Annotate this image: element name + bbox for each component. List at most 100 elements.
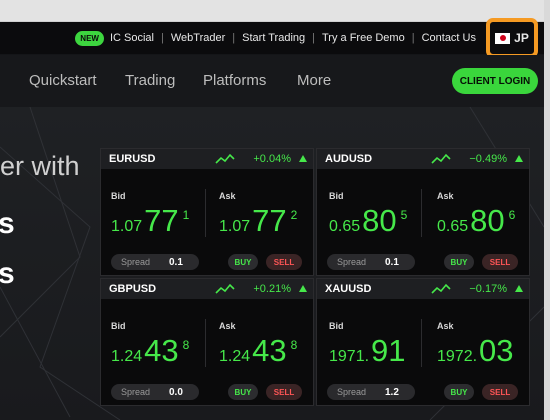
spread-value: 0.1 [169,256,183,268]
ic-social-item[interactable]: NEW IC Social [75,30,154,46]
bid-price-big: 80 [362,203,397,238]
spread-pill: Spread 1.2 [327,384,415,400]
ask-price-prefix: 0.65 [437,218,469,235]
webtrader-link[interactable]: WebTrader [171,32,225,44]
change-percent: −0.49% [469,153,507,165]
ask-price: 1.0777 2 [219,203,297,239]
spread-value: 1.2 [385,386,399,398]
bid-label: Bid [111,321,126,331]
divider [421,189,422,237]
new-badge: NEW [75,30,104,46]
divider [205,319,206,367]
spread-pill: Spread 0.0 [111,384,199,400]
symbol-label: XAUUSD [325,283,372,295]
spread-label: Spread [121,387,151,397]
start-trading-link[interactable]: Start Trading [242,32,305,44]
sell-button[interactable]: SELL [482,384,518,400]
ask-price-big: 80 [470,203,505,238]
bid-price-big: 43 [144,333,179,368]
symbol-label: GBPUSD [109,283,157,295]
quote-panel-gbpusd: GBPUSD +0.21% Bid Ask 1.2443 8 1.2443 8 Sp… [100,278,314,406]
ask-label: Ask [437,191,454,201]
utility-bar: NEW IC Social | WebTrader | Start Tradin… [0,18,544,58]
sparkline-icon [215,153,235,164]
buy-button[interactable]: BUY [444,254,474,270]
bid-price-prefix: 1971. [329,348,370,365]
nav-item-quickstart[interactable]: Quickstart [29,72,97,89]
bid-price: 1.0777 1 [111,203,189,239]
bid-label: Bid [111,191,126,201]
spread-label: Spread [121,257,151,267]
sell-button[interactable]: SELL [482,254,518,270]
quote-panel-xauusd: XAUUSD −0.17% Bid Ask 1971.91 1972.03 Sp… [316,278,530,406]
bid-price: 0.6580 5 [329,203,407,239]
trend-up-icon [299,155,307,162]
nav-item-platforms[interactable]: Platforms [203,72,266,89]
hero-tagline-fragment: er with [0,151,80,181]
trend-up-icon [515,155,523,162]
bid-price-prefix: 1.24 [111,348,143,365]
sparkline-icon [431,153,451,164]
sell-button[interactable]: SELL [266,384,302,400]
separator: | [411,32,415,44]
change-percent: −0.17% [469,283,507,295]
bid-price-pip: 5 [400,208,408,222]
browser-frame-top [0,0,550,22]
ask-price-big: 77 [252,203,287,238]
nav-item-trading[interactable]: Trading [125,72,175,89]
browser-scrollbar[interactable] [544,0,550,420]
trend-up-icon [515,285,523,292]
bid-label: Bid [329,191,344,201]
buy-button[interactable]: BUY [228,254,258,270]
bid-price: 1.2443 8 [111,333,189,369]
ic-social-link[interactable]: IC Social [110,32,154,44]
language-code: JP [514,31,529,45]
ask-price: 1972.03 [437,333,518,369]
client-login-button[interactable]: CLIENT LOGIN [452,68,538,94]
change-percent: +0.21% [253,283,291,295]
ask-label: Ask [219,191,236,201]
japan-flag-icon [495,32,511,44]
ask-price-pip: 2 [290,208,298,222]
ask-price-big: 03 [479,333,514,368]
ask-price-prefix: 1972. [437,348,478,365]
symbol-label: AUDUSD [325,153,373,165]
bid-price-big: 77 [144,203,179,238]
contact-us-link[interactable]: Contact Us [422,32,476,44]
sparkline-icon [431,283,451,294]
sparkline-icon [215,283,235,294]
quote-panel-audusd: AUDUSD −0.49% Bid Ask 0.6580 5 0.6580 6 Sp… [316,148,530,276]
ask-label: Ask [219,321,236,331]
bid-price: 1971.91 [329,333,410,369]
panel-header: XAUUSD −0.17% [317,279,529,299]
ask-label: Ask [437,321,454,331]
spread-label: Spread [337,257,367,267]
bid-label: Bid [329,321,344,331]
panel-header: AUDUSD −0.49% [317,149,529,169]
bid-price-prefix: 1.07 [111,218,143,235]
buy-button[interactable]: BUY [444,384,474,400]
main-nav: Quickstart Trading Platforms More CLIENT… [0,55,544,107]
divider [421,319,422,367]
trend-up-icon [299,285,307,292]
spread-pill: Spread 0.1 [111,254,199,270]
nav-item-more[interactable]: More [297,72,331,89]
hero-headline-fragment-2: s [0,257,15,290]
separator: | [161,32,164,44]
free-demo-link[interactable]: Try a Free Demo [322,32,405,44]
ask-price-big: 43 [252,333,287,368]
ask-price: 0.6580 6 [437,203,515,239]
change-percent: +0.04% [253,153,291,165]
ask-price-pip: 8 [290,338,298,352]
quote-panel-eurusd: EURUSD +0.04% Bid Ask 1.0777 1 1.0777 2 Sp… [100,148,314,276]
ask-price: 1.2443 8 [219,333,297,369]
spread-value: 0.0 [169,386,183,398]
spread-pill: Spread 0.1 [327,254,415,270]
sell-button[interactable]: SELL [266,254,302,270]
buy-button[interactable]: BUY [228,384,258,400]
spread-label: Spread [337,387,367,397]
ask-price-pip: 6 [508,208,516,222]
bid-price-pip: 1 [182,208,190,222]
language-selector[interactable]: JP [486,18,538,58]
panel-header: GBPUSD +0.21% [101,279,313,299]
